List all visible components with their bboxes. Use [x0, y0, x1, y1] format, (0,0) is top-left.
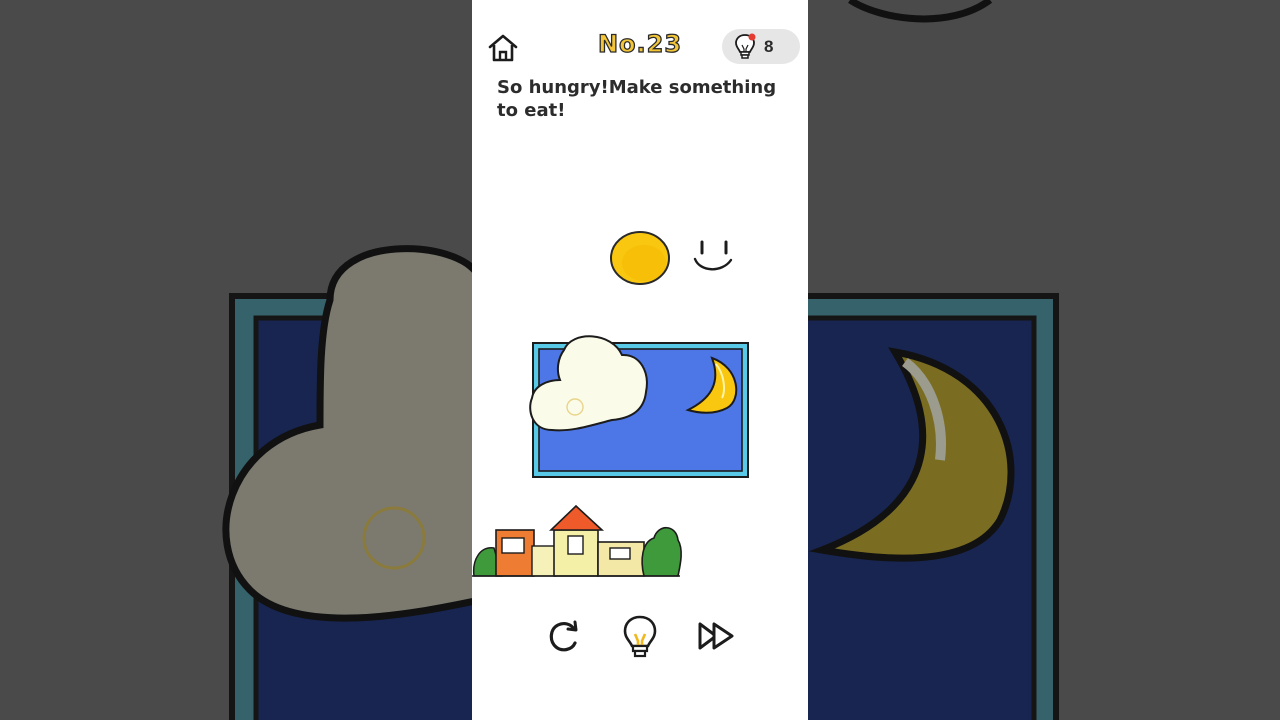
- skip-icon: [698, 622, 734, 650]
- restart-icon: [549, 620, 578, 652]
- hint-icon: [623, 615, 657, 658]
- town-houses: [472, 504, 682, 577]
- restart-button[interactable]: [544, 616, 584, 656]
- yellow-ball[interactable]: [610, 231, 670, 285]
- hint-button[interactable]: [620, 614, 660, 660]
- puzzle-scene: [472, 231, 749, 577]
- game-screen: No.23 8 So hungry!Make something to eat!: [472, 0, 808, 720]
- smiley-face[interactable]: [693, 240, 733, 271]
- skip-button[interactable]: [696, 616, 736, 656]
